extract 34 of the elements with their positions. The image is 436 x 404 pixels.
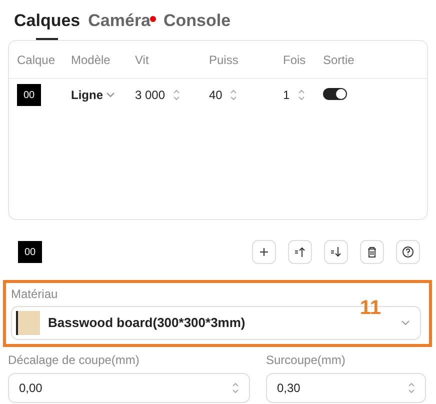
tab[interactable]: Caméra <box>88 8 151 40</box>
field-label: Matériau <box>11 286 59 303</box>
column-header: Fois <box>283 52 307 68</box>
add-button[interactable] <box>252 240 276 264</box>
cell-value: 1 <box>283 87 290 104</box>
output-toggle[interactable] <box>323 88 347 100</box>
layer-swatch: 00 <box>18 241 42 263</box>
column-header: Modèle <box>71 52 112 68</box>
number-field[interactable]: 0,00 <box>8 373 250 403</box>
add-icon <box>258 246 270 258</box>
layer-swatch: 00 <box>17 84 41 106</box>
trash-icon <box>366 246 378 258</box>
tab[interactable]: Calques <box>14 8 80 40</box>
field-label: Surcoupe(mm) <box>266 352 346 369</box>
column-header: Vit <box>135 52 150 68</box>
chevron-icon <box>401 320 410 326</box>
number-field[interactable]: 0,30 <box>266 373 426 403</box>
move-down-icon <box>330 246 342 258</box>
column-header: Puiss <box>209 52 240 68</box>
chevron-icon <box>106 92 115 98</box>
move-up-button[interactable] <box>288 240 312 264</box>
help-button[interactable] <box>396 240 420 264</box>
trash-button[interactable] <box>360 240 384 264</box>
cell-value: 3 000 <box>135 87 166 104</box>
tab[interactable]: Console <box>164 8 231 40</box>
field-label: Décalage de coupe(mm) <box>8 352 140 369</box>
material-swatch <box>16 311 40 335</box>
column-header: Sortie <box>323 52 356 68</box>
cell-value: 40 <box>209 87 222 104</box>
column-header: Calque <box>17 52 56 68</box>
help-icon <box>402 246 414 258</box>
mode-dropdown[interactable]: Ligne <box>71 86 103 104</box>
move-down-button[interactable] <box>324 240 348 264</box>
move-up-icon <box>294 246 306 258</box>
